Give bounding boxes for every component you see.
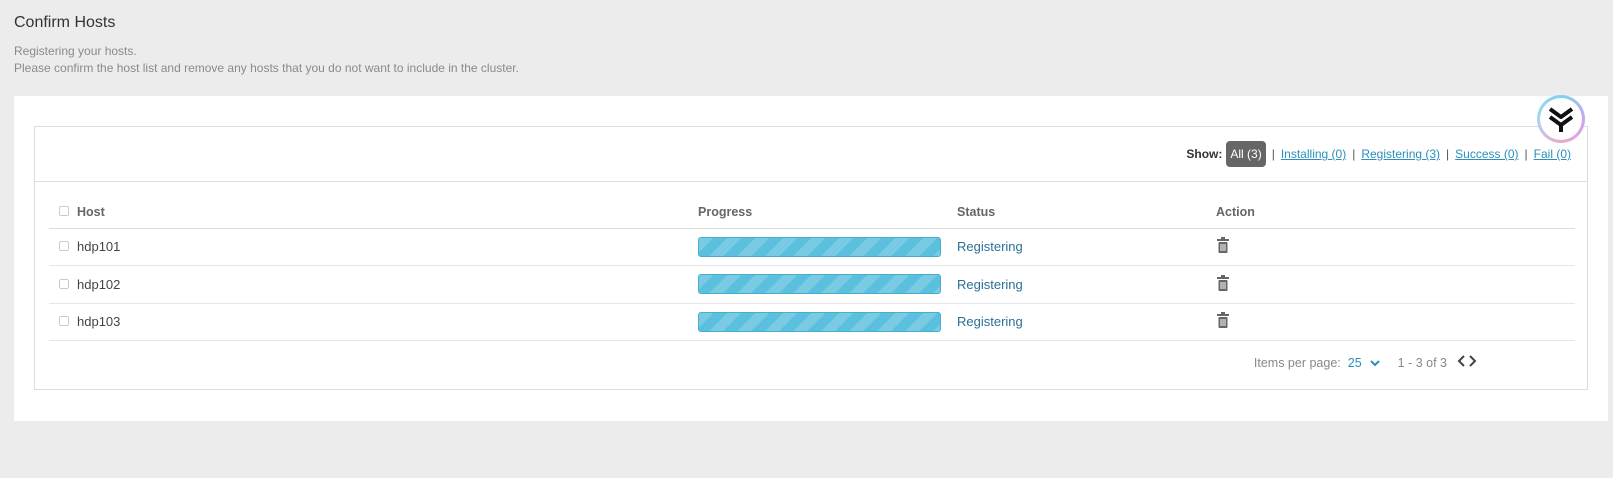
column-header-progress: Progress — [698, 196, 957, 229]
page-title: Confirm Hosts — [14, 14, 116, 31]
select-all-checkbox[interactable] — [59, 205, 69, 216]
host-name: hdp103 — [77, 314, 121, 330]
hosts-box: Show: All (3) | Installing (0) | Registe… — [34, 126, 1588, 390]
previous-page-icon[interactable] — [1457, 355, 1466, 370]
column-header-status: Status — [957, 196, 1216, 229]
table-row: hdp101 Registering — [49, 228, 1575, 266]
row-checkbox[interactable] — [59, 278, 69, 289]
filter-separator: | — [1352, 147, 1356, 161]
filter-bar: Show: All (3) | Installing (0) | Registe… — [35, 127, 1587, 182]
status-link[interactable]: Registering — [957, 239, 1023, 254]
items-per-page-select[interactable]: 25 — [1348, 356, 1362, 370]
filter-registering[interactable]: Registering (3) — [1361, 147, 1440, 161]
filter-separator: | — [1524, 147, 1528, 161]
trash-icon[interactable] — [1217, 237, 1229, 254]
next-page-icon[interactable] — [1468, 355, 1477, 370]
filter-separator: | — [1446, 147, 1450, 161]
progress-bar — [698, 311, 941, 332]
page-subtitle-1: Registering your hosts. — [14, 44, 137, 58]
chevron-down-icon[interactable] — [1369, 356, 1380, 370]
table-row: hdp103 Registering — [49, 303, 1575, 341]
column-header-action: Action — [1216, 196, 1575, 229]
trash-icon[interactable] — [1217, 274, 1229, 291]
logo-icon[interactable] — [1537, 95, 1585, 143]
items-per-page-label: Items per page: — [1253, 355, 1341, 370]
row-checkbox[interactable] — [59, 316, 69, 327]
status-filters: Show: All (3) | Installing (0) | Registe… — [1186, 141, 1571, 167]
filter-fail[interactable]: Fail (0) — [1534, 147, 1571, 161]
status-link[interactable]: Registering — [957, 277, 1023, 292]
progress-bar — [698, 274, 941, 295]
host-name: hdp102 — [77, 276, 121, 292]
hosts-panel: Show: All (3) | Installing (0) | Registe… — [14, 96, 1608, 421]
filter-installing[interactable]: Installing (0) — [1281, 147, 1346, 161]
hosts-table: Host Progress Status Action hdp101 Regis… — [49, 196, 1575, 341]
page-range: 1 - 3 of 3 — [1397, 355, 1447, 370]
table-row: hdp102 Registering — [49, 265, 1575, 304]
filter-success[interactable]: Success (0) — [1455, 147, 1518, 161]
page-subtitle-2: Please confirm the host list and remove … — [14, 61, 519, 75]
trash-icon[interactable] — [1217, 312, 1229, 329]
host-name: hdp101 — [77, 239, 121, 255]
page-nav — [1457, 355, 1477, 370]
filter-all[interactable]: All (3) — [1226, 141, 1266, 167]
show-label: Show: — [1186, 147, 1223, 161]
column-header-host[interactable]: Host — [77, 196, 698, 229]
progress-bar — [698, 236, 941, 257]
table-header-row: Host Progress Status Action — [49, 196, 1575, 229]
row-checkbox[interactable] — [59, 241, 69, 252]
filter-separator: | — [1271, 147, 1275, 161]
pagination: Items per page: 25 1 - 3 of 3 — [1254, 355, 1477, 370]
status-link[interactable]: Registering — [957, 314, 1023, 329]
